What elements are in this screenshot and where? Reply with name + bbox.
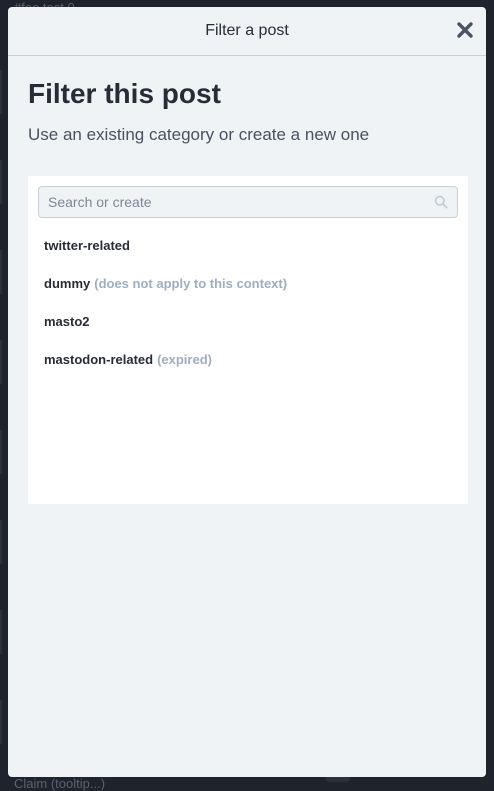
filter-item-dummy[interactable]: dummy (does not apply to this context)	[38, 264, 458, 302]
filter-item-note: (expired)	[157, 351, 212, 367]
search-icon	[434, 195, 448, 209]
background-edge-mark	[0, 520, 2, 564]
close-icon[interactable]	[456, 21, 474, 39]
filter-panel: twitter-related dummy (does not apply to…	[28, 176, 468, 504]
filter-list: twitter-related dummy (does not apply to…	[38, 226, 458, 378]
background-edge-mark	[0, 430, 2, 474]
modal-body: Filter this post Use an existing categor…	[8, 56, 486, 504]
background-edge-mark	[0, 70, 2, 114]
modal-title: Filter a post	[205, 22, 289, 39]
filter-item-name: twitter-related	[44, 237, 130, 253]
filter-item-name: mastodon-related	[44, 351, 154, 367]
background-edge-mark	[0, 610, 2, 654]
filter-item-masto2[interactable]: masto2	[38, 302, 458, 340]
filter-item-note: (does not apply to this context)	[94, 275, 288, 291]
page-title: Filter this post	[28, 78, 221, 109]
search-box	[38, 186, 458, 218]
background-edge-mark	[0, 250, 2, 294]
filter-modal: Filter a post Filter this post Use an ex…	[8, 7, 486, 777]
background-edge-mark	[0, 700, 2, 744]
filter-item-name: dummy	[44, 275, 91, 291]
background-edge-mark	[0, 340, 2, 384]
filter-item-name: masto2	[44, 313, 90, 329]
filter-item-twitter-related[interactable]: twitter-related	[38, 226, 458, 264]
search-input[interactable]	[38, 186, 458, 218]
page-lead: Use an existing category or create a new…	[28, 125, 370, 144]
background-edge-mark	[0, 160, 2, 204]
modal-header: Filter a post	[8, 7, 486, 56]
filter-item-mastodon-related[interactable]: mastodon-related (expired)	[38, 340, 458, 378]
